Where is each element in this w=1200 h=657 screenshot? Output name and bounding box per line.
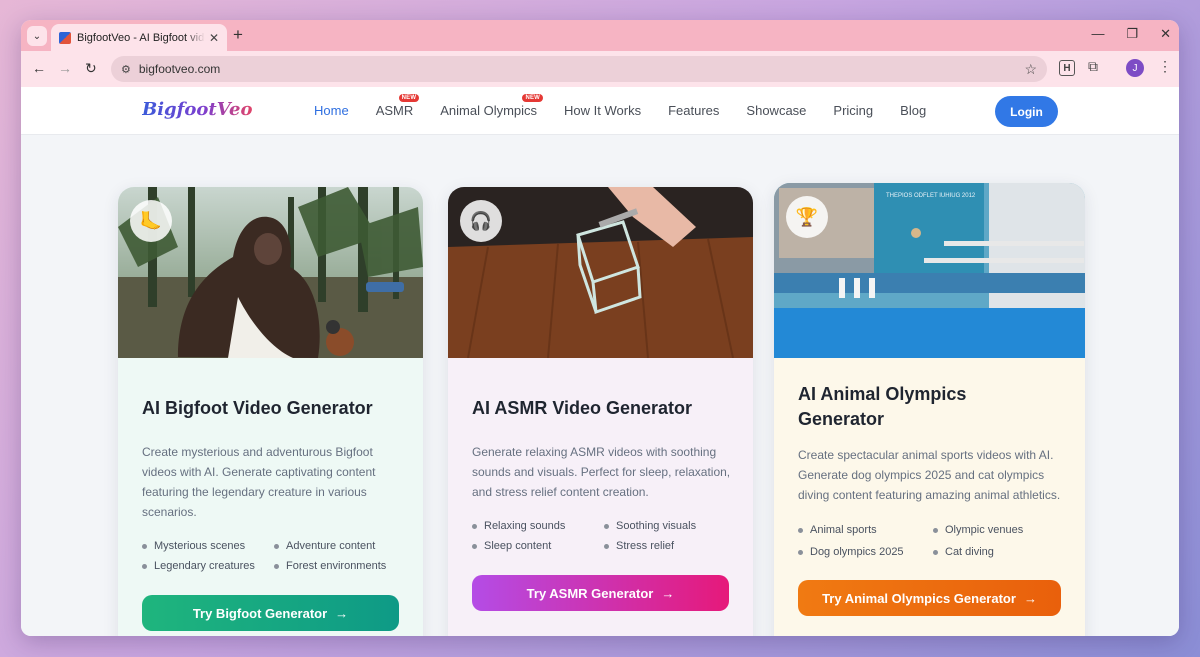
extension-h-icon[interactable]: H (1059, 60, 1075, 76)
card-title: AI ASMR Video Generator (472, 398, 693, 418)
card-description: Create spectacular animal sports videos … (798, 448, 1061, 502)
cta-label: Try Bigfoot Generator (192, 605, 328, 621)
nav-item-home[interactable]: Home (314, 103, 349, 118)
card-description: Create mysterious and adventurous Bigfoo… (142, 445, 376, 519)
try-asmr-button[interactable]: Try ASMR Generator → (472, 575, 729, 611)
favicon-icon (59, 31, 71, 44)
card-title: AI Bigfoot Video Generator (142, 398, 373, 418)
arrow-right-icon: → (335, 605, 349, 621)
tab-title: BigfootVeo - AI Bigfoot video G (77, 31, 205, 44)
feature-item: Animal sports (798, 524, 933, 536)
chevron-down-icon: ⌄ (32, 30, 42, 42)
nav-label: Home (314, 103, 349, 118)
animal-olympics-video-thumbnail[interactable]: THEPIOS ODFLET IUHIUG 2012 🏆 (774, 183, 1085, 358)
try-animal-olympics-button[interactable]: Try Animal Olympics Generator → (798, 580, 1061, 616)
menu-kebab-icon[interactable]: ⋮ (1158, 58, 1172, 75)
feature-item: Relaxing sounds (472, 520, 604, 532)
cta-label: Try Animal Olympics Generator (822, 590, 1016, 606)
nav-label: ASMR (375, 103, 414, 118)
feature-list: Mysterious scenes Adventure content Lege… (142, 540, 399, 572)
new-tab-button[interactable]: + (233, 25, 243, 45)
browser-window: ⌄ BigfootVeo - AI Bigfoot video G ✕ + — … (21, 20, 1179, 636)
window-controls: — ❐ ✕ (1091, 26, 1171, 42)
nav-item-showcase[interactable]: Showcase (746, 103, 806, 118)
feature-item: Soothing visuals (604, 520, 734, 532)
footprint-icon: 🦶 (130, 200, 172, 242)
url-text: bigfootveo.com (138, 62, 221, 76)
nav-label: Showcase (746, 103, 807, 118)
browser-tab[interactable]: BigfootVeo - AI Bigfoot video G ✕ (51, 24, 227, 51)
arrow-right-icon: → (1023, 590, 1037, 606)
restore-icon[interactable]: ❐ (1126, 26, 1138, 42)
bookmark-star-icon[interactable]: ☆ (1024, 61, 1037, 78)
new-badge: NEW (398, 94, 420, 102)
nav-item-pricing[interactable]: Pricing (833, 103, 873, 118)
feature-item: Cat diving (933, 546, 1063, 558)
tab-strip: ⌄ BigfootVeo - AI Bigfoot video G ✕ + — … (21, 20, 1179, 51)
reload-icon[interactable]: ↻ (85, 60, 97, 77)
address-bar[interactable]: ⚙ bigfootveo.com ☆ (111, 56, 1047, 82)
card-description: Generate relaxing ASMR videos with sooth… (472, 445, 731, 499)
extensions-puzzle-icon[interactable]: ⧉ (1088, 58, 1098, 75)
feature-item: Forest environments (274, 560, 404, 572)
feature-item: Legendary creatures (142, 560, 274, 572)
nav-label: Blog (900, 103, 927, 118)
cta-label: Try ASMR Generator (526, 585, 654, 601)
site-info-icon[interactable]: ⚙ (121, 63, 131, 76)
card-title: AI Animal Olympics Generator (798, 384, 967, 429)
feature-item: Sleep content (472, 540, 604, 552)
main-nav: Home ASMR NEW Animal Olympics NEW How It Work… (314, 94, 953, 118)
bigfoot-video-thumbnail[interactable]: 🦶 (118, 187, 423, 358)
feature-list: Relaxing sounds Soothing visuals Sleep c… (472, 520, 729, 552)
login-button[interactable]: Login (995, 96, 1058, 127)
forward-icon[interactable]: → (58, 60, 72, 76)
nav-label: Pricing (833, 103, 874, 118)
headphones-icon: 🎧 (460, 200, 502, 242)
web-page: BigfootVeo Home ASMR NEW Animal Olympics NEW… (21, 87, 1179, 636)
nav-label: Features (668, 103, 720, 118)
new-badge: NEW (522, 94, 544, 102)
try-bigfoot-button[interactable]: Try Bigfoot Generator → (142, 595, 399, 631)
venue-sign-text: THEPIOS ODFLET IUHIUG 2012 (886, 193, 976, 199)
animal-olympics-card: THEPIOS ODFLET IUHIUG 2012 🏆 AI Animal O… (774, 183, 1085, 636)
browser-toolbar: ← → ↻ ⚙ bigfootveo.com ☆ H ⧉ J ⋮ (21, 51, 1179, 87)
profile-avatar[interactable]: J (1126, 59, 1144, 77)
feature-list: Animal sports Olympic venues Dog olympic… (798, 524, 1061, 558)
asmr-video-thumbnail[interactable]: 🎧 (448, 187, 753, 358)
nav-item-asmr[interactable]: ASMR NEW (375, 94, 420, 118)
close-window-icon[interactable]: ✕ (1160, 26, 1171, 42)
back-icon[interactable]: ← (32, 60, 46, 76)
close-icon[interactable]: ✕ (209, 31, 219, 45)
site-logo[interactable]: BigfootVeo (142, 99, 252, 120)
minimize-icon[interactable]: — (1091, 26, 1104, 42)
nav-label: How It Works (564, 103, 642, 118)
arrow-right-icon: → (661, 585, 675, 601)
feature-item: Olympic venues (933, 524, 1063, 536)
trophy-icon: 🏆 (786, 196, 828, 238)
nav-label: Animal Olympics (440, 103, 538, 118)
site-header: BigfootVeo Home ASMR NEW Animal Olympics NEW… (21, 87, 1179, 135)
feature-item: Adventure content (274, 540, 404, 552)
bigfoot-card: 🦶 AI Bigfoot Video Generator Create myst… (118, 187, 423, 636)
nav-item-blog[interactable]: Blog (900, 103, 926, 118)
nav-item-animal-olympics[interactable]: Animal Olympics NEW (440, 94, 544, 118)
nav-item-features[interactable]: Features (668, 103, 719, 118)
feature-item: Mysterious scenes (142, 540, 274, 552)
feature-item: Dog olympics 2025 (798, 546, 933, 558)
nav-item-how-it-works[interactable]: How It Works (564, 103, 641, 118)
feature-item: Stress relief (604, 540, 734, 552)
tab-search-button[interactable]: ⌄ (27, 26, 47, 46)
asmr-card: 🎧 AI ASMR Video Generator Generate relax… (448, 187, 753, 636)
